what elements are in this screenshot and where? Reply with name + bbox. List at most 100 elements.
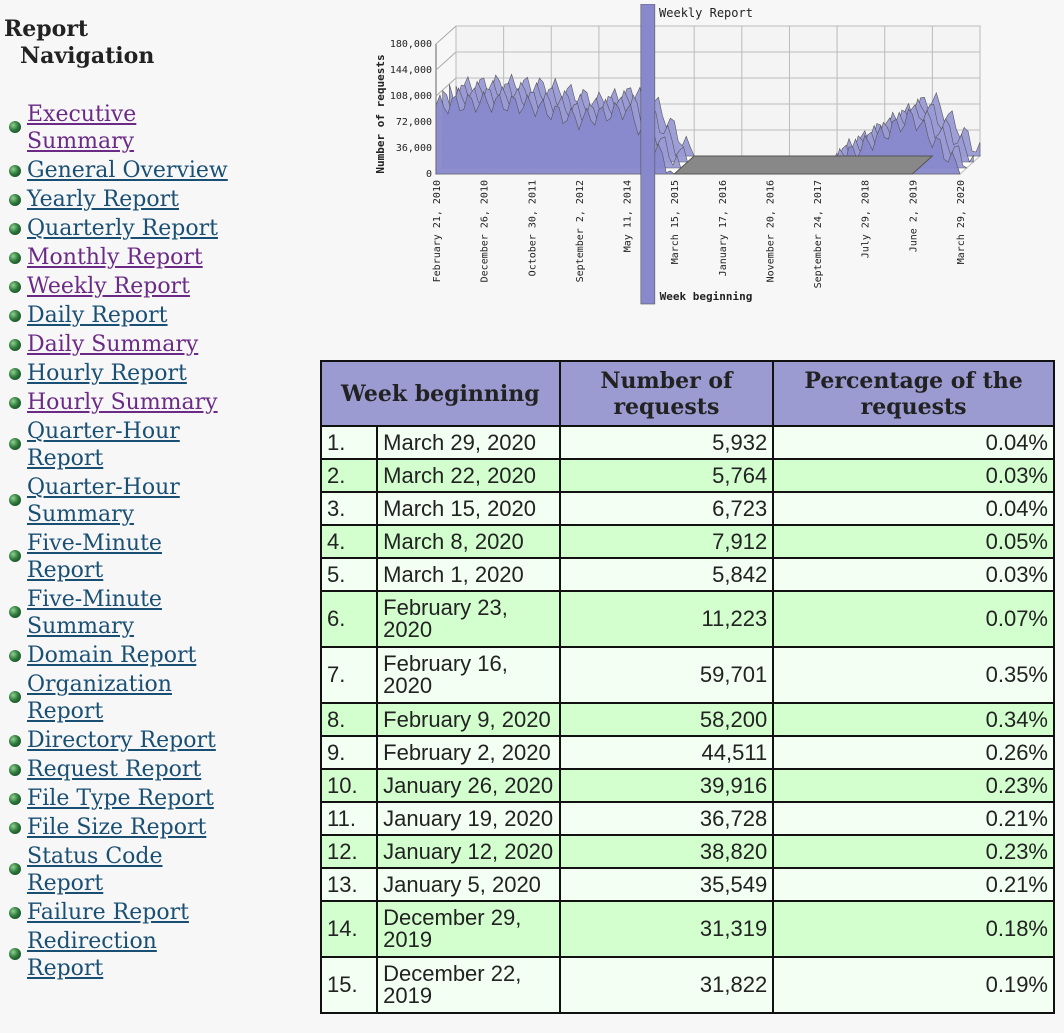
nav-item-file-size-report: File Size Report bbox=[4, 814, 304, 841]
nav-link[interactable]: Status Code Report bbox=[27, 844, 163, 896]
bullet-icon bbox=[9, 310, 21, 322]
percentage-cell: 0.07% bbox=[772, 590, 1055, 648]
nav-link[interactable]: Yearly Report bbox=[27, 187, 179, 212]
chart-title: Weekly Report bbox=[659, 6, 753, 20]
bullet-icon bbox=[9, 793, 21, 805]
nav-item-daily-summary: Daily Summary bbox=[4, 331, 304, 358]
nav-link[interactable]: Hourly Summary bbox=[27, 390, 218, 415]
table-row: 6. February 23, 2020 11,223 0.07% bbox=[319, 590, 1055, 648]
rank-cell: 5. bbox=[319, 557, 379, 592]
table-header-row: Week beginning Number of requests Percen… bbox=[320, 360, 1055, 427]
chart-x-tick-label: September 24, 2017 bbox=[813, 180, 824, 288]
table-row: 2. March 22, 2020 5,764 0.03% bbox=[319, 458, 1055, 493]
rank-cell: 2. bbox=[319, 458, 379, 493]
week-cell: March 8, 2020 bbox=[376, 524, 561, 559]
nav-link[interactable]: Redirection Report bbox=[27, 929, 157, 981]
requests-cell: 59,701 bbox=[558, 646, 775, 704]
nav-item-yearly-report: Yearly Report bbox=[4, 186, 304, 213]
bullet-icon bbox=[9, 822, 21, 834]
rank-cell: 14. bbox=[319, 900, 379, 958]
nav-item-executive-summary: Executive Summary bbox=[4, 101, 147, 155]
bullet-icon bbox=[9, 948, 21, 960]
nav-link[interactable]: Five-Minute Summary bbox=[27, 587, 162, 639]
requests-cell: 6,723 bbox=[558, 491, 775, 526]
chart-x-tick-label: February 21, 2010 bbox=[432, 180, 443, 282]
chart-x-axis-label: Week beginning bbox=[660, 290, 753, 303]
nav-link[interactable]: Daily Report bbox=[27, 303, 168, 328]
nav-link[interactable]: General Overview bbox=[27, 158, 228, 183]
rank-cell: 13. bbox=[319, 867, 379, 902]
nav-link[interactable]: Executive Summary bbox=[27, 102, 136, 154]
weekly-report-chart: 0 36,000 72,000 108,000 144,000 180,000 Februa… bbox=[374, 4, 982, 305]
table-row: 8. February 9, 2020 58,200 0.34% bbox=[319, 702, 1055, 737]
table-row: 11. January 19, 2020 36,728 0.21% bbox=[319, 801, 1055, 836]
week-cell: March 22, 2020 bbox=[376, 458, 561, 493]
bullet-icon bbox=[9, 194, 21, 206]
nav-link[interactable]: Request Report bbox=[27, 757, 201, 782]
header-number-of-requests: Number of requests bbox=[558, 360, 775, 427]
chart-x-tick-label: September 2, 2012 bbox=[575, 180, 586, 282]
requests-cell: 39,916 bbox=[558, 768, 775, 803]
week-cell: December 22, 2019 bbox=[376, 956, 561, 1014]
nav-link[interactable]: Monthly Report bbox=[27, 245, 203, 270]
nav-title-line1: Report bbox=[4, 16, 89, 42]
chart-x-tick-label: January 17, 2016 bbox=[718, 180, 729, 276]
bullet-icon bbox=[9, 223, 21, 235]
nav-link[interactable]: Directory Report bbox=[27, 728, 216, 753]
nav-link[interactable]: Failure Report bbox=[27, 900, 189, 925]
chart-y-tick-label: 72,000 bbox=[396, 117, 432, 128]
percentage-cell: 0.23% bbox=[772, 834, 1055, 869]
table-row: 14. December 29, 2019 31,319 0.18% bbox=[319, 900, 1055, 958]
nav-item-hourly-summary: Hourly Summary bbox=[4, 389, 304, 416]
nav-link[interactable]: Organization Report bbox=[27, 672, 172, 724]
table-row: 7. February 16, 2020 59,701 0.35% bbox=[319, 646, 1055, 704]
bullet-icon bbox=[9, 863, 21, 875]
nav-link[interactable]: Five-Minute Report bbox=[27, 531, 162, 583]
percentage-cell: 0.19% bbox=[772, 956, 1055, 1014]
percentage-cell: 0.23% bbox=[772, 768, 1055, 803]
chart-gridline bbox=[435, 77, 457, 97]
nav-link[interactable]: Weekly Report bbox=[27, 274, 190, 299]
nav-item-domain-report: Domain Report bbox=[4, 642, 304, 669]
chart-x-tick-label: June 2, 2019 bbox=[908, 180, 919, 252]
nav-link[interactable]: Quarterly Report bbox=[27, 216, 218, 241]
bullet-icon bbox=[9, 650, 21, 662]
week-cell: December 29, 2019 bbox=[376, 900, 561, 958]
nav-item-request-report: Request Report bbox=[4, 756, 304, 783]
percentage-cell: 0.21% bbox=[772, 801, 1055, 836]
requests-cell: 5,932 bbox=[558, 425, 775, 460]
chart-y-tick-label: 36,000 bbox=[396, 143, 432, 154]
nav-item-organization-report: Organization Report bbox=[4, 671, 197, 725]
bullet-icon bbox=[9, 339, 21, 351]
nav-link[interactable]: File Type Report bbox=[27, 786, 214, 811]
rank-cell: 12. bbox=[319, 834, 379, 869]
week-cell: March 29, 2020 bbox=[376, 425, 561, 460]
percentage-cell: 0.34% bbox=[772, 702, 1055, 737]
table-row: 13. January 5, 2020 35,549 0.21% bbox=[319, 867, 1055, 902]
chart-gridline bbox=[435, 25, 457, 45]
nav-link[interactable]: Daily Summary bbox=[27, 332, 198, 357]
bullet-icon bbox=[9, 494, 21, 506]
weekly-table-container: Week beginning Number of requests Percen… bbox=[319, 360, 1055, 1014]
nav-item-daily-report: Daily Report bbox=[4, 302, 304, 329]
nav-link[interactable]: File Size Report bbox=[27, 815, 206, 840]
nav-item-quarter-hour-report: Quarter-Hour Report bbox=[4, 418, 197, 472]
requests-cell: 44,511 bbox=[558, 735, 775, 770]
percentage-cell: 0.04% bbox=[772, 425, 1055, 460]
nav-item-status-code-report: Status Code Report bbox=[4, 843, 197, 897]
requests-cell: 31,822 bbox=[558, 956, 775, 1014]
chart-y-tick-label: 0 bbox=[426, 169, 432, 180]
requests-cell: 58,200 bbox=[558, 702, 775, 737]
nav-item-five-minute-summary: Five-Minute Summary bbox=[4, 586, 197, 640]
nav-link[interactable]: Hourly Report bbox=[27, 361, 187, 386]
nav-link[interactable]: Quarter-Hour Summary bbox=[27, 475, 180, 527]
nav-item-failure-report: Failure Report bbox=[4, 899, 304, 926]
nav-item-file-type-report: File Type Report bbox=[4, 785, 304, 812]
percentage-cell: 0.03% bbox=[772, 458, 1055, 493]
bullet-icon bbox=[9, 121, 21, 133]
chart-spike bbox=[640, 4, 656, 305]
nav-link[interactable]: Domain Report bbox=[27, 643, 196, 668]
nav-link[interactable]: Quarter-Hour Report bbox=[27, 419, 180, 471]
bullet-icon bbox=[9, 281, 21, 293]
rank-cell: 8. bbox=[319, 702, 379, 737]
